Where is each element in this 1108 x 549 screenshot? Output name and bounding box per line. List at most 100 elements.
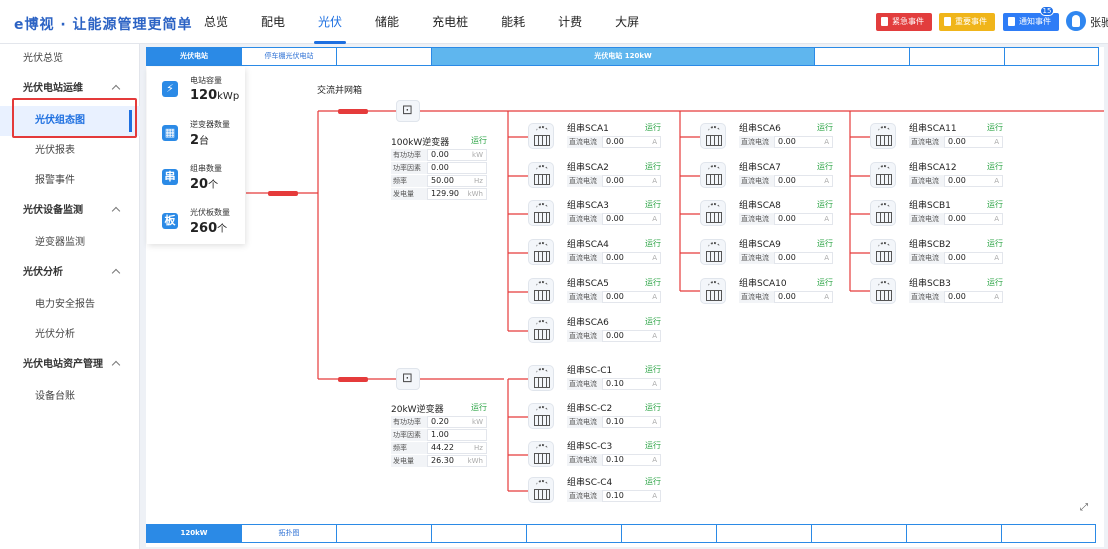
- inverter-icon[interactable]: [396, 368, 420, 390]
- inverter-card[interactable]: 20kW逆变器 运行 有功功率 0.20 kW 功率因素 1.00 频率 44.22 Hz 发电量 2…: [391, 402, 487, 467]
- important-event-button[interactable]: 重要事件: [939, 13, 995, 31]
- sidebar-group-pv-analysis[interactable]: 光伏分析: [0, 258, 140, 288]
- string-status: 运行: [817, 239, 833, 248]
- tab-empty[interactable]: [716, 524, 811, 543]
- solar-panel-icon: [870, 162, 896, 188]
- current-unit: A: [652, 215, 657, 223]
- inverter-card[interactable]: 100kW逆变器 运行 有功功率 0.00 kW 功率因素 0.00 频率 50.00 Hz 发电量…: [391, 135, 487, 200]
- urgent-event-button[interactable]: 紧急事件: [876, 13, 932, 31]
- string-name: 组串SC-C4: [567, 478, 613, 488]
- tab-empty[interactable]: [811, 524, 906, 543]
- current-value: 0.10: [606, 379, 624, 388]
- current-unit: A: [824, 177, 829, 185]
- string-name: 组串SCA5: [567, 279, 609, 289]
- current-value: 0.00: [606, 292, 624, 301]
- pv-string-card[interactable]: 组串SCA8 运行 直流电流 0.00 A: [700, 196, 836, 232]
- sidebar-item-device-ledger[interactable]: 设备台账: [0, 382, 140, 412]
- current-value-box: 0.00 A: [944, 136, 1003, 148]
- tab-empty[interactable]: [906, 524, 1001, 543]
- metric-value: 0.00: [431, 150, 449, 159]
- sidebar-group-label: 光伏设备监测: [23, 205, 83, 216]
- app-logo: e博视 · 让能源管理更简单: [14, 17, 193, 33]
- pv-string-card[interactable]: 组串SCA4 运行 直流电流 0.00 A: [528, 235, 664, 271]
- string-status: 运行: [987, 162, 1003, 171]
- highlight-box: [12, 98, 137, 138]
- alarm-icon: [881, 17, 888, 26]
- panel-icon: 板: [162, 213, 178, 229]
- solar-panel-icon: [870, 239, 896, 265]
- pv-string-card[interactable]: 组串SCA10 运行 直流电流 0.00 A: [700, 274, 836, 310]
- sidebar-item-pv-analysis[interactable]: 光伏分析: [0, 320, 140, 350]
- sidebar-item-alarm-events[interactable]: 报警事件: [0, 166, 140, 196]
- string-name: 组串SC-C3: [567, 442, 613, 452]
- current-value: 0.00: [606, 214, 624, 223]
- tab-topology[interactable]: 拓扑图: [241, 524, 336, 543]
- sidebar-group-label: 光伏分析: [23, 267, 63, 278]
- current-value: 0.00: [778, 137, 796, 146]
- nav-billing[interactable]: 计费: [558, 0, 582, 44]
- metric-value-box: 44.22 Hz: [427, 442, 487, 454]
- string-name: 组串SCA3: [567, 201, 609, 211]
- string-current: 直流电流 0.10 A: [567, 490, 661, 502]
- metric-value-box: 1.00: [427, 429, 487, 441]
- user-avatar[interactable]: [1066, 11, 1086, 31]
- pv-string-card[interactable]: 组串SCA3 运行 直流电流 0.00 A: [528, 196, 664, 232]
- pv-string-card[interactable]: 组串SCB2 运行 直流电流 0.00 A: [870, 235, 1006, 271]
- solar-panel-icon: [528, 123, 554, 149]
- pv-string-card[interactable]: 组串SCB3 运行 直流电流 0.00 A: [870, 274, 1006, 310]
- current-unit: A: [824, 293, 829, 301]
- pv-string-card[interactable]: 组串SCA5 运行 直流电流 0.00 A: [528, 274, 664, 310]
- sidebar-group-asset-mgmt[interactable]: 光伏电站资产管理: [0, 350, 140, 380]
- pv-string-card[interactable]: 组串SC-C4 运行 直流电流 0.10 A: [528, 473, 664, 509]
- pv-string-card[interactable]: 组串SC-C2 运行 直流电流 0.10 A: [528, 399, 664, 435]
- tab-empty[interactable]: [526, 524, 621, 543]
- nav-storage[interactable]: 储能: [375, 0, 399, 44]
- metric-value-box: 26.30 kWh: [427, 455, 487, 467]
- tab-empty[interactable]: [431, 524, 526, 543]
- pv-string-card[interactable]: 组串SCA1 运行 直流电流 0.00 A: [528, 119, 664, 155]
- current-value: 0.00: [948, 253, 966, 262]
- chevron-up-icon: [111, 360, 121, 370]
- current-value-box: 0.10 A: [602, 454, 661, 466]
- sidebar-item-pv-overview[interactable]: 光伏总览: [0, 44, 140, 74]
- pv-string-card[interactable]: 组串SCA6 运行 直流电流 0.00 A: [700, 119, 836, 155]
- string-name: 组串SCA1: [567, 124, 609, 134]
- string-current: 直流电流 0.00 A: [909, 291, 1003, 303]
- sidebar-item-pv-report[interactable]: 光伏报表: [0, 136, 140, 166]
- sidebar-item-inverter-monitor[interactable]: 逆变器监测: [0, 228, 140, 258]
- pv-string-card[interactable]: 组串SCB1 运行 直流电流 0.00 A: [870, 196, 1006, 232]
- nav-bigscreen[interactable]: 大屏: [615, 0, 639, 44]
- sidebar-group-device-monitor[interactable]: 光伏设备监测: [0, 196, 140, 226]
- pv-string-card[interactable]: 组串SCA12 运行 直流电流 0.00 A: [870, 158, 1006, 194]
- inverter-icon[interactable]: [396, 100, 420, 122]
- nav-overview[interactable]: 总览: [204, 0, 228, 44]
- nav-photovoltaic[interactable]: 光伏: [314, 0, 347, 44]
- user-name[interactable]: 张驰: [1090, 14, 1108, 30]
- pv-string-card[interactable]: 组串SCA11 运行 直流电流 0.00 A: [870, 119, 1006, 155]
- tab-120kw[interactable]: 120kW: [146, 524, 241, 543]
- nav-energy[interactable]: 能耗: [501, 0, 525, 44]
- current-unit: A: [652, 254, 657, 262]
- pv-string-card[interactable]: 组串SC-C1 运行 直流电流 0.10 A: [528, 361, 664, 397]
- pv-string-card[interactable]: 组串SCA7 运行 直流电流 0.00 A: [700, 158, 836, 194]
- pv-string-card[interactable]: 组串SCA2 运行 直流电流 0.00 A: [528, 158, 664, 194]
- tab-empty[interactable]: [336, 524, 431, 543]
- current-unit: A: [652, 177, 657, 185]
- nav-charging[interactable]: 充电桩: [432, 0, 468, 44]
- tab-empty[interactable]: [621, 524, 716, 543]
- combiner-box-label: 交流并网箱: [317, 86, 363, 96]
- metric-label: 有功功率: [391, 149, 427, 161]
- current-label: 直流电流: [739, 175, 774, 187]
- metric-value: 0.20: [431, 417, 449, 426]
- solar-panel-icon: [528, 441, 554, 467]
- tab-empty[interactable]: [1001, 524, 1096, 543]
- nav-distribution[interactable]: 配电: [261, 0, 285, 44]
- current-unit: A: [652, 456, 657, 464]
- pv-string-card[interactable]: 组串SC-C3 运行 直流电流 0.10 A: [528, 437, 664, 473]
- fullscreen-icon[interactable]: ⤢: [1080, 502, 1092, 514]
- sidebar-item-safety-report[interactable]: 电力安全报告: [0, 290, 140, 320]
- solar-panel-icon: [528, 278, 554, 304]
- current-value: 0.00: [948, 176, 966, 185]
- pv-string-card[interactable]: 组串SCA9 运行 直流电流 0.00 A: [700, 235, 836, 271]
- pv-string-card[interactable]: 组串SCA6 运行 直流电流 0.00 A: [528, 313, 664, 349]
